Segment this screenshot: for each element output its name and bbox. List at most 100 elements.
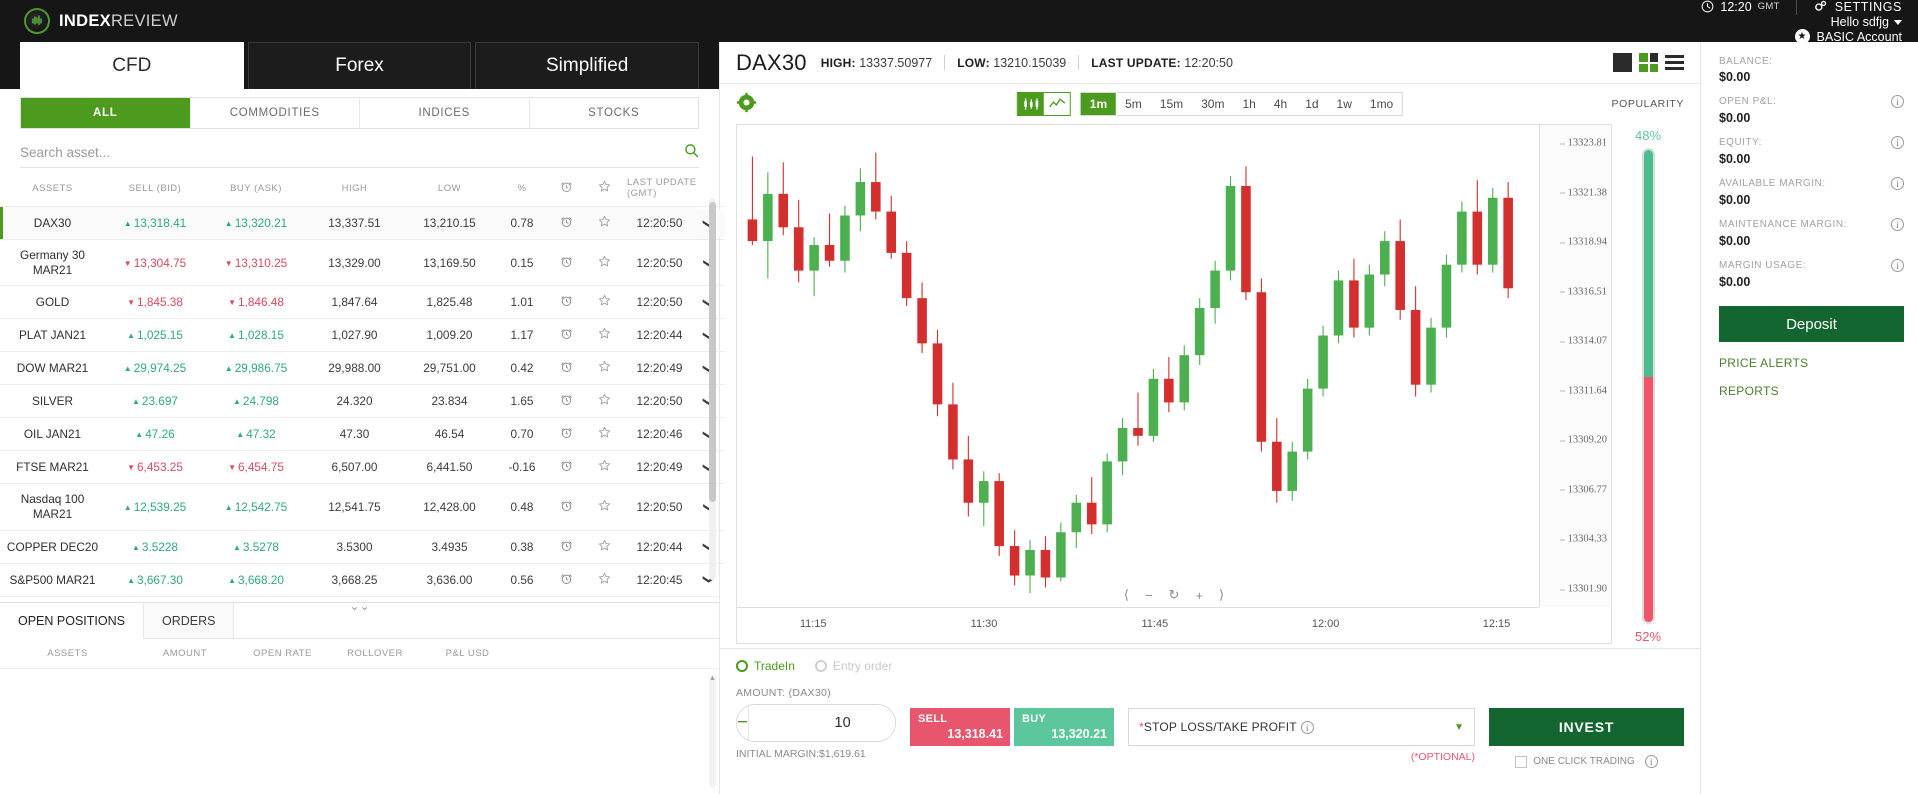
asset-favorite-star-icon[interactable] [585,384,623,418]
collapse-list-chevron-icon[interactable]: ⌄⌄ [0,595,719,617]
category-tab-all[interactable]: ALL [21,98,191,128]
timeframe-1d[interactable]: 1d [1296,93,1327,115]
asset-alarm-icon[interactable] [547,206,585,240]
asset-list-scrollbar[interactable] [709,198,716,580]
timeframe-1mo[interactable]: 1mo [1361,93,1402,115]
category-tab-indices[interactable]: INDICES [360,98,530,128]
asset-alarm-icon[interactable] [547,450,585,484]
info-icon[interactable]: i [1891,136,1904,149]
col-header-assets[interactable]: ASSETS [0,168,105,207]
timeframe-4h[interactable]: 4h [1265,93,1296,115]
pan-left-icon[interactable]: ⟨ [1124,587,1129,603]
info-icon[interactable]: i [1891,218,1904,231]
asset-alarm-icon[interactable] [547,562,585,596]
buy-button[interactable]: BUY 13,320.21 [1014,708,1114,746]
info-icon[interactable]: i [1891,95,1904,108]
table-row[interactable]: SILVER ▲ 23.697 ▲ 24.798 24.320 23.834 1.65 12:2… [0,384,727,418]
pan-right-icon[interactable]: ⟩ [1219,587,1224,603]
main-tab-cfd[interactable]: CFD [20,42,244,89]
table-row[interactable]: COPPER DEC20 ▲ 3.5228 ▲ 3.5278 3.5300 3.4935 0.… [0,529,727,564]
timeframe-1h[interactable]: 1h [1233,93,1264,115]
account-type-badge[interactable]: ★ BASIC Account [1794,29,1902,44]
chart-canvas-box[interactable]: 13323.81 13321.38 13318.94 13316.51 13314.07… [736,124,1612,644]
asset-buy-price[interactable]: ▼ 13,310.25 [205,238,307,286]
asset-sell-price[interactable]: ▲ 3,667.30 [105,562,205,596]
asset-alarm-icon[interactable] [547,529,585,564]
asset-sell-price[interactable]: ▲ 47.26 [105,417,205,451]
table-row[interactable]: DAX30 ▲ 13,318.41 ▲ 13,320.21 13,337.51 13,210… [0,206,727,240]
list-view-icon[interactable] [1665,53,1684,72]
reports-link[interactable]: REPORTS [1719,384,1904,398]
asset-alarm-icon[interactable] [547,417,585,451]
table-row[interactable]: S&P500 MAR21 ▲ 3,667.30 ▲ 3,668.20 3,668.25 3,… [0,562,727,596]
asset-favorite-star-icon[interactable] [585,483,623,531]
reset-zoom-icon[interactable]: ↻ [1169,587,1180,603]
positions-scrollbar[interactable]: ▲ [709,675,716,788]
single-view-icon[interactable] [1613,53,1632,72]
one-click-trading-toggle[interactable]: ONE CLICK TRADING i [1515,755,1658,768]
col-header-percent[interactable]: % [497,168,547,207]
asset-buy-price[interactable]: ▲ 13,320.21 [205,206,307,240]
search-asset-box[interactable] [20,138,699,168]
table-row[interactable]: FTSE MAR21 ▼ 6,453.25 ▼ 6,454.75 6,507.00 6,44… [0,450,727,484]
table-row[interactable]: PLAT JAN21 ▲ 1,025.15 ▲ 1,028.15 1,027.90 1,00… [0,318,727,352]
user-menu[interactable]: Hello sdfjg [1831,15,1902,29]
col-header-buy[interactable]: BUY (ASK) [205,168,307,207]
asset-buy-price[interactable]: ▲ 12,542.75 [205,483,307,531]
radio-trade-in[interactable]: TradeIn [736,659,795,673]
asset-buy-price[interactable]: ▲ 47.32 [205,417,307,451]
asset-buy-price[interactable]: ▲ 24.798 [205,384,307,418]
info-icon[interactable]: i [1644,755,1658,768]
asset-favorite-star-icon[interactable] [585,562,623,596]
table-row[interactable]: OIL JAN21 ▲ 47.26 ▲ 47.32 47.30 46.54 0.70 12:20… [0,417,727,451]
info-icon[interactable]: i [1891,177,1904,190]
asset-favorite-star-icon[interactable] [585,318,623,352]
timeframe-30m[interactable]: 30m [1192,93,1233,115]
asset-favorite-star-icon[interactable] [585,238,623,286]
asset-sell-price[interactable]: ▲ 12,539.25 [105,483,205,531]
table-row[interactable]: Nasdaq 100 MAR21 ▲ 12,539.25 ▲ 12,542.75 12,54… [0,483,734,531]
radio-entry-order[interactable]: Entry order [814,659,892,673]
main-tab-forex[interactable]: Forex [247,42,472,89]
timeframe-15m[interactable]: 15m [1151,93,1192,115]
candlestick-plot[interactable] [737,125,1539,607]
info-icon[interactable]: i [1300,721,1314,735]
invest-button[interactable]: INVEST [1489,708,1684,746]
timeframe-5m[interactable]: 5m [1116,93,1151,115]
asset-sell-price[interactable]: ▲ 29,974.25 [105,351,205,385]
stop-loss-take-profit-select[interactable]: *STOP LOSS/TAKE PROFIT i ▼ [1128,708,1475,746]
grid-view-icon[interactable] [1639,53,1658,72]
deposit-button[interactable]: Deposit [1719,306,1904,342]
timeframe-1w[interactable]: 1w [1328,93,1361,115]
table-row[interactable]: DOW MAR21 ▲ 29,974.25 ▲ 29,986.75 29,988.00 29… [0,351,727,385]
asset-favorite-star-icon[interactable] [585,206,623,240]
asset-buy-price[interactable]: ▲ 3,668.20 [205,562,307,596]
asset-favorite-star-icon[interactable] [585,351,623,385]
sell-button[interactable]: SELL 13,318.41 [910,708,1010,746]
asset-alarm-icon[interactable] [547,384,585,418]
chart-settings-gear-icon[interactable] [736,92,757,117]
search-input[interactable] [20,145,699,160]
asset-alarm-icon[interactable] [547,351,585,385]
asset-list-scroll-thumb[interactable] [709,202,716,502]
asset-buy-price[interactable]: ▼ 6,454.75 [205,450,307,484]
timeframe-1m[interactable]: 1m [1080,93,1117,115]
zoom-in-icon[interactable]: + [1195,588,1203,603]
asset-sell-price[interactable]: ▼ 13,304.75 [105,238,205,286]
decrement-button[interactable]: − [737,705,749,741]
line-chart-icon[interactable] [1044,93,1070,115]
asset-sell-price[interactable]: ▲ 1,025.15 [105,318,205,352]
asset-buy-price[interactable]: ▲ 3.5278 [205,529,307,564]
col-header-low[interactable]: LOW [402,168,497,207]
asset-sell-price[interactable]: ▲ 3.5228 [105,529,205,564]
asset-favorite-star-icon[interactable] [585,450,623,484]
scroll-up-arrow-icon[interactable]: ▲ [709,675,716,682]
price-alerts-link[interactable]: PRICE ALERTS [1719,356,1904,370]
asset-buy-price[interactable]: ▼ 1,846.48 [205,285,307,319]
asset-alarm-icon[interactable] [547,285,585,319]
checkbox-icon[interactable] [1515,755,1528,768]
asset-favorite-star-icon[interactable] [585,417,623,451]
info-icon[interactable]: i [1891,259,1904,272]
asset-favorite-star-icon[interactable] [585,529,623,564]
search-icon[interactable] [684,143,699,163]
